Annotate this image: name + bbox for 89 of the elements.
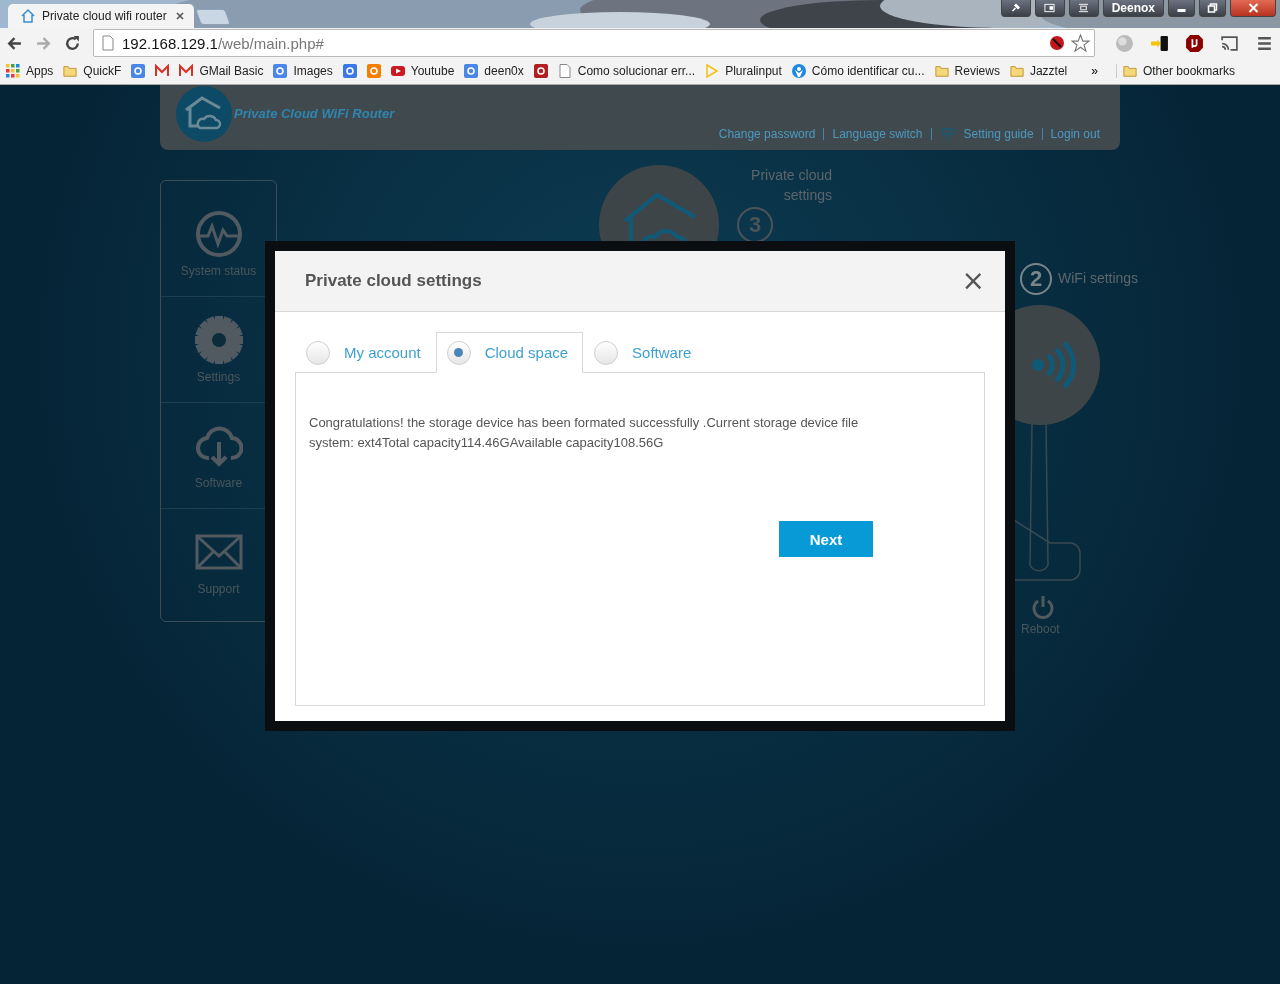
profile-button[interactable]: Deenox <box>1102 0 1164 17</box>
step-label: WiFi settings <box>1058 270 1139 286</box>
close-icon <box>1247 3 1259 13</box>
address-bar[interactable]: 192.168.129.1/web/main.php# <box>93 29 1095 57</box>
pulse-icon <box>194 209 243 258</box>
bookmark[interactable] <box>533 64 548 78</box>
folder-icon <box>1009 64 1024 78</box>
minimize-button[interactable] <box>1168 0 1195 17</box>
sidebar-label: System status <box>180 263 257 278</box>
bookmark[interactable] <box>342 64 357 78</box>
url-text: 192.168.129.1/web/main.php# <box>122 34 324 52</box>
bookmark[interactable]: Apps <box>6 64 54 78</box>
bookmark-label: Jazztel <box>1029 64 1068 78</box>
bookmark[interactable]: Youtube <box>390 64 455 78</box>
step-number: 2 <box>1020 263 1052 295</box>
blocked-icon[interactable] <box>1049 35 1065 51</box>
signpost-icon <box>939 126 956 142</box>
bookmark-label: Other bookmarks <box>1142 64 1235 78</box>
brand-name: Private Cloud WiFi Router <box>234 106 395 121</box>
site-icon <box>464 64 479 78</box>
sidebar-label: Support <box>197 581 240 596</box>
window-tool-button[interactable] <box>1034 0 1065 17</box>
restore-icon <box>1207 3 1218 13</box>
site-icon <box>131 64 146 78</box>
window-icon <box>1044 3 1056 13</box>
phone-icon[interactable] <box>1150 33 1169 53</box>
bookmark-label: Images <box>293 64 333 78</box>
mail-icon <box>155 64 170 78</box>
bookmark-label: GMail Basic <box>199 64 264 78</box>
reload-icon[interactable] <box>64 34 81 52</box>
sidebar-label: Settings <box>196 369 241 384</box>
cast-icon[interactable] <box>1220 33 1239 53</box>
window-tool-button[interactable] <box>1068 0 1099 17</box>
radio-button <box>306 340 330 365</box>
bookmark-label: Apps <box>26 64 54 78</box>
site-icon <box>533 64 548 78</box>
bookmark[interactable] <box>155 64 170 78</box>
close-button[interactable]: × <box>961 267 985 295</box>
page-icon <box>100 35 116 51</box>
browser-tab[interactable]: Private cloud wifi router <box>8 4 194 28</box>
bookmark[interactable]: Reviews <box>934 64 1000 78</box>
bookmark[interactable]: GMail Basic <box>179 64 264 78</box>
reboot-label: Reboot <box>1021 622 1060 636</box>
tab-label: Cloud space <box>484 344 569 361</box>
close-icon[interactable] <box>176 12 184 20</box>
apps-grid-icon <box>6 64 20 78</box>
bookmark-label: deen0x <box>484 64 524 78</box>
tab-title: Private cloud wifi router <box>42 9 167 23</box>
tab-label: My account <box>344 344 421 361</box>
tab-label: Software <box>632 344 692 361</box>
radio-button <box>594 340 619 365</box>
pin-button[interactable] <box>1000 0 1031 17</box>
bookmark-label: Youtube <box>410 64 455 78</box>
step-label: Private cloud settings <box>750 166 832 205</box>
shield-icon[interactable] <box>1185 33 1204 53</box>
gear-icon <box>194 315 243 364</box>
bookmark-label: Pluralinput <box>725 64 782 78</box>
window-icon <box>1078 3 1090 13</box>
dialog-title: Private cloud settings <box>305 271 482 291</box>
pin-icon <box>1010 3 1022 13</box>
site-icon <box>366 64 381 78</box>
folder-icon <box>1122 64 1137 78</box>
restore-button[interactable] <box>1199 0 1226 17</box>
bookmark[interactable]: QuickF <box>63 64 122 78</box>
logo-icon <box>176 85 232 142</box>
bookmark[interactable] <box>131 64 146 78</box>
bookmark[interactable]: Other bookmarks <box>1115 64 1235 78</box>
close-button[interactable] <box>1230 0 1276 17</box>
site-icon <box>342 64 357 78</box>
house-icon <box>20 8 36 24</box>
page-icon <box>557 64 572 78</box>
play-icon <box>390 64 405 78</box>
bookmark[interactable]: Jazztel <box>1009 64 1068 78</box>
radio-button <box>446 340 471 365</box>
bookmark[interactable]: deen0x <box>464 64 524 78</box>
more-bookmarks-button[interactable]: » <box>1091 64 1098 78</box>
site-icon <box>273 64 288 78</box>
folder-icon <box>934 64 949 78</box>
star-icon[interactable] <box>1071 33 1090 53</box>
bookmark[interactable]: Pluralinput <box>705 64 782 78</box>
person-icon <box>791 64 806 78</box>
play-icon <box>705 64 720 78</box>
mail-icon <box>179 64 194 78</box>
sidebar-label: Software <box>194 475 243 490</box>
bookmark-label: Reviews <box>954 64 1000 78</box>
status-message: Congratulations! the storage device has been formated successfully .Current storage device file system: ext4Total capacity114.46GAvailable capacity108.56G <box>309 414 860 452</box>
bookmark-label: QuickF <box>83 64 122 78</box>
folder-icon <box>63 64 78 78</box>
bookmark[interactable]: Images <box>273 64 333 78</box>
